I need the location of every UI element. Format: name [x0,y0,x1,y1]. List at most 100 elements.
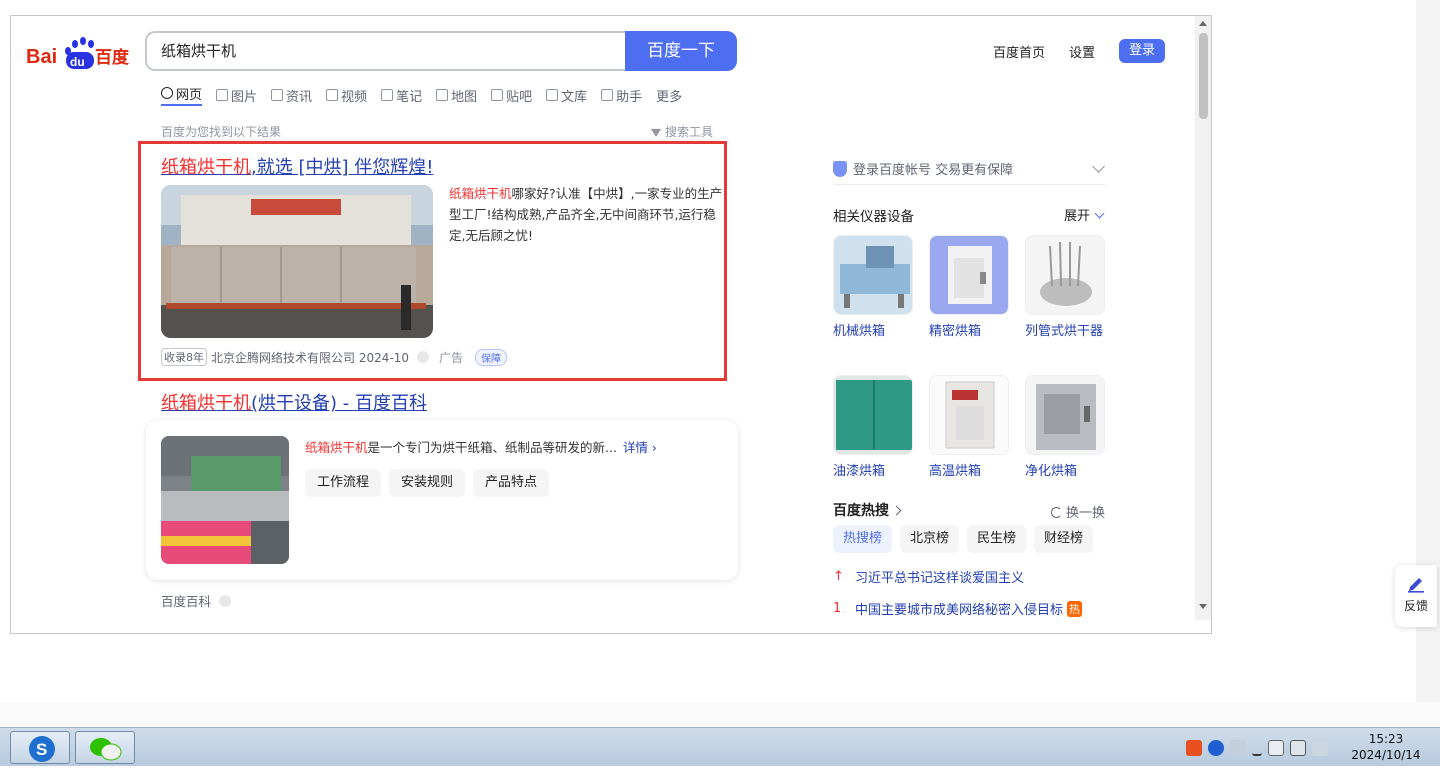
vertical-scrollbar[interactable] [1195,16,1211,620]
help-icon[interactable] [1208,739,1224,756]
tab-images[interactable]: 图片 [216,84,257,106]
refresh-button[interactable]: 换一换 [1050,502,1105,521]
taskbar-browser-button[interactable]: S [10,731,70,764]
expand-button[interactable]: 展开 [1064,205,1105,224]
doc-icon [546,89,559,101]
hot-tab-livelihood[interactable]: 民生榜 [967,525,1027,553]
tab-map[interactable]: 地图 [436,84,477,106]
related-item-label: 列管式烘干器 [1025,324,1104,339]
related-item[interactable]: 油漆烘箱 [833,375,913,482]
chip-workflow[interactable]: 工作流程 [305,469,382,497]
desc-keyword: 纸箱烘干机 [449,186,512,201]
hot-search-header[interactable]: 百度热搜 换一换 [833,500,1105,521]
logo-text-cn: 百度 [95,47,130,68]
baike-chips: 工作流程 安装规则 产品特点 [305,469,557,497]
clock-time: 15:23 [1368,732,1404,746]
ad-result-image[interactable] [161,185,433,338]
news-icon [271,89,284,101]
tab-label: 资讯 [286,89,313,105]
network-icon[interactable] [1290,739,1306,756]
sogou-icon[interactable] [1186,739,1202,756]
chevron-down-icon [1094,208,1105,219]
chip-install-rules[interactable]: 安装规则 [389,469,466,497]
search-tools-label: 搜索工具 [665,125,714,139]
tab-wenku[interactable]: 文库 [546,84,587,106]
hot-item-text: 习近平总书记这样谈爱国主义 [855,571,1025,586]
login-button[interactable]: 登录 [1119,39,1166,63]
guarantee-badge[interactable]: 保障 [474,348,507,366]
chip-features[interactable]: 产品特点 [473,469,550,497]
top-nav: 百度首页 设置 登录 [993,38,1166,64]
related-item[interactable]: 高温烘箱 [929,375,1009,482]
details-label: 详情 [622,440,648,455]
scroll-down-icon[interactable] [1199,604,1207,609]
baike-result-image[interactable] [161,436,289,564]
clock[interactable]: 15:23 2024/10/14 [1350,731,1422,763]
scroll-up-icon[interactable] [1199,21,1207,26]
hot-tab-hot[interactable]: 热搜榜 [833,525,893,553]
feedback-button[interactable]: 反馈 [1395,565,1437,627]
pen-icon [1408,578,1424,593]
details-link[interactable]: 详情 › [623,440,657,455]
system-tray [1186,728,1334,767]
related-item[interactable]: 机械烘箱 [833,235,913,342]
hot-rank: 1 [833,601,842,616]
taskbar-wechat-button[interactable] [75,731,135,764]
hot-tab-beijing[interactable]: 北京榜 [900,525,960,553]
desc-rest: 是一个专门为烘干纸箱、纸制品等研发的新... [367,440,617,455]
scroll-thumb[interactable] [1199,33,1208,119]
baike-result-title[interactable]: 纸箱烘干机(烘干设备) - 百度百科 [161,389,427,415]
hot-search-tabs: 热搜榜 北京榜 民生榜 财经榜 [833,525,1101,553]
hot-item[interactable]: ↑ 习近平总书记这样谈爱国主义 [833,567,1024,586]
chevron-right-icon [891,505,902,516]
browser-viewport: Bai du 百度 百度一下 百度首页 设置 登录 [10,15,1212,634]
tab-news[interactable]: 资讯 [271,84,312,106]
guarantee-label: 保障 [480,353,501,365]
more-options-icon[interactable] [416,351,429,363]
volume-icon[interactable] [1312,739,1328,756]
tab-video[interactable]: 视频 [326,84,367,106]
search-box [145,31,625,71]
input-method-icon[interactable] [1230,739,1246,756]
settings-link[interactable]: 设置 [1069,42,1095,61]
filter-icon [651,128,661,137]
browser-app-icon: S [29,736,55,762]
refresh-icon [1050,507,1062,518]
indexed-badge: 收录8年 [161,348,207,366]
flag-icon[interactable] [1268,739,1284,756]
logo-text-bai: Bai [26,46,57,68]
home-link[interactable]: 百度首页 [993,42,1045,61]
related-item-image [833,235,913,315]
map-icon [436,89,449,101]
search-input[interactable] [161,33,611,69]
hot-tab-finance[interactable]: 财经榜 [1034,525,1094,553]
related-item[interactable]: 列管式烘干器 [1025,235,1105,342]
tab-web[interactable]: 网页 [161,84,203,106]
search-button[interactable]: 百度一下 [625,31,737,71]
chevron-down-icon[interactable] [1092,160,1105,173]
more-options-icon[interactable] [219,594,232,607]
search-tools-button[interactable]: 搜索工具 [651,123,713,140]
related-item[interactable]: 精密烘箱 [929,235,1009,342]
tab-label: 文库 [561,89,588,105]
baike-description: 纸箱烘干机是一个专门为烘干纸箱、纸制品等研发的新... 详情 › [305,437,657,456]
sidebar-login-tip[interactable]: 登录百度帐号 交易更有保障 [833,153,1105,185]
tab-label: 笔记 [396,89,423,105]
related-item[interactable]: 净化烘箱 [1025,375,1105,482]
page-gutter-bottom [0,702,1440,727]
ad-result-description: 纸箱烘干机哪家好?认准【中烘】,一家专业的生产型工厂!结构成熟,产品齐全,无中间… [449,183,725,246]
hot-title: 百度热搜 [833,503,889,519]
tab-notes[interactable]: 笔记 [381,84,422,106]
hot-item[interactable]: 1 中国主要城市成美网络秘密入侵目标 热 [833,599,1083,618]
tab-tieba[interactable]: 贴吧 [491,84,532,106]
svg-text:S: S [36,740,47,759]
ad-result-title[interactable]: 纸箱烘干机,就选 [中烘] 伴您辉煌! [161,153,433,179]
tab-more[interactable]: 更多 [656,84,682,106]
related-item-image [929,375,1009,455]
related-title: 相关仪器设备 [833,209,914,225]
chevron-up-icon[interactable] [1252,740,1262,756]
tab-assistant[interactable]: 助手 [601,84,642,106]
related-item-label: 油漆烘箱 [833,464,886,479]
baidu-logo[interactable]: Bai du 百度 [26,34,131,72]
related-item-image [1025,235,1105,315]
